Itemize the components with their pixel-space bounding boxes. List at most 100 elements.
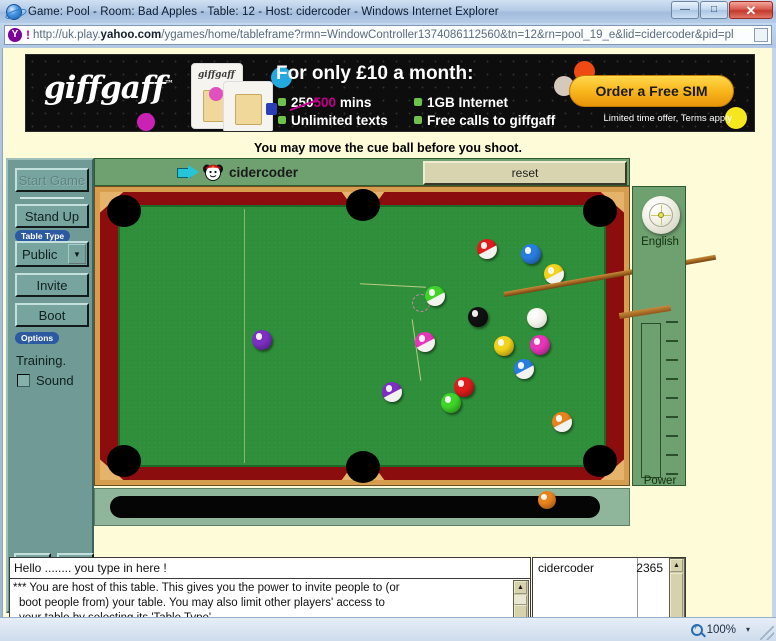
window-title: Game: Pool - Room: Bad Apples - Table: 1… [28,5,499,18]
ball-purple-solid[interactable] [252,330,272,350]
title-bar: Game: Pool - Room: Bad Apples - Table: 1… [0,0,776,23]
url-suffix: /ygames/home/tableframe?rmn=WindowContro… [161,29,734,41]
ball-highlight [524,246,532,254]
chat-log-line: *** You are host of this table. This giv… [13,582,400,594]
ad-calls-text: Free calls to giffgaff [427,113,556,128]
ad-dot-indigo [266,103,277,115]
ball-highlight [530,310,538,318]
ball-stripe [425,286,445,306]
chat-log-scrollbar[interactable]: ▲ ▼ [513,580,529,617]
ad-bullet-1 [278,98,286,106]
chat-input[interactable] [9,557,531,579]
minimize-button[interactable]: — [671,1,699,19]
sound-checkbox[interactable] [17,374,30,387]
sound-label: Sound [36,373,74,388]
pocket-bottom-right[interactable] [583,445,617,477]
english-dot[interactable] [658,212,664,218]
pool-table[interactable] [94,186,717,486]
ad-bullet-3 [278,116,286,124]
ball-green-stripe[interactable] [425,286,445,306]
power-tick [666,416,678,418]
table-type-value: Public [22,246,58,262]
ball-orange-solid-potted[interactable] [538,491,556,509]
window-buttons: — □ ✕ [671,1,773,19]
ball-purple-stripe[interactable] [382,382,402,402]
player-list[interactable]: cidercoder 2365 ▲ ▼ [532,557,686,617]
table-type-select[interactable]: Public ▼ [15,241,89,267]
ad-mins-new: 500 [313,95,337,110]
pocket-top-left[interactable] [107,195,141,227]
ball-red-stripe[interactable] [477,239,497,259]
stand-up-button[interactable]: Stand Up [15,204,89,228]
player-list-scrollbar[interactable]: ▲ ▼ [669,558,685,617]
ball-green-solid[interactable] [441,393,461,413]
maximize-button[interactable]: □ [700,1,728,19]
player-list-name: cidercoder [538,561,595,575]
address-bar: Y ! http://uk.play.yahoo.com/ygames/home… [0,23,776,47]
chat-log-line: boot people from) your table. You may al… [19,597,385,610]
ball-highlight [541,493,548,500]
url-domain: yahoo.com [100,29,162,41]
giffgaff-ad[interactable]: giffgaff giffgaff™ For only £10 a month:… [25,54,755,132]
svg-text:Y: Y [212,164,215,169]
address-input[interactable]: Y ! http://uk.play.yahoo.com/ygames/home… [4,25,772,45]
ball-blue-stripe[interactable] [514,359,534,379]
current-player-name: cidercoder [229,164,299,180]
power-tick [666,397,678,399]
browser-window: Game: Pool - Room: Bad Apples - Table: 1… [0,0,776,641]
sound-checkbox-row[interactable]: Sound [17,373,74,388]
tray-slot [110,496,600,518]
ball-orange-stripe[interactable] [552,412,572,432]
ball-yellow-solid[interactable] [494,336,514,356]
close-button[interactable]: ✕ [729,1,773,19]
power-tick [666,359,678,361]
ball-highlight [385,384,393,392]
chat-log[interactable]: *** You are host of this table. This giv… [9,579,531,617]
player-scroll-thumb[interactable] [670,573,683,617]
game-board: Y cidercoder reset English Power [94,158,717,613]
ball-magenta-solid[interactable] [530,335,550,355]
zoom-icon [690,622,703,636]
scroll-up-arrow[interactable]: ▲ [514,581,527,594]
start-game-button[interactable]: Start Game [15,168,89,192]
table-cloth[interactable] [118,205,717,467]
ball-stripe [382,382,402,402]
ad-headline: For only £10 a month: [276,63,474,84]
zoom-level: 100% [706,623,736,636]
order-free-sim-button[interactable]: Order a Free SIM [569,75,734,107]
power-tick [666,454,678,456]
pocket-bottom-middle[interactable] [346,451,380,483]
status-bar: 100% ▾ [0,617,776,641]
reset-button[interactable]: reset [423,161,627,185]
ie-icon [6,3,22,20]
chevron-down-icon[interactable]: ▼ [68,244,86,264]
resize-grip[interactable] [760,626,774,640]
pocket-top-right[interactable] [583,195,617,227]
scroll-thumb[interactable] [514,595,527,605]
ball-stripe [514,359,534,379]
ball-highlight [547,266,555,274]
pocket-top-middle[interactable] [346,189,380,221]
chevron-down-icon[interactable]: ▾ [746,625,750,634]
english-control[interactable] [642,196,680,234]
invite-button[interactable]: Invite [15,273,89,297]
ball-magenta-stripe[interactable] [415,332,435,352]
ball-highlight [555,414,563,422]
game-notice: You may move the cue ball before you sho… [254,141,522,155]
power-bar[interactable] [641,323,661,478]
power-ticks [666,317,680,479]
boot-button[interactable]: Boot [15,303,89,327]
ad-bullet-2 [414,98,422,106]
ball-highlight [471,309,479,317]
url-text: http://uk.play.yahoo.com/ygames/home/tab… [33,29,754,41]
page-scrollbar[interactable] [772,48,776,617]
pool-game-applet: Start Game Stand Up Table Type Public ▼ … [6,158,717,617]
turn-arrow-icon [177,165,199,179]
ball-cue[interactable] [527,308,547,328]
ball-highlight [517,361,525,369]
ball-blue-solid[interactable] [521,244,541,264]
pocket-bottom-left[interactable] [107,445,141,477]
player-scroll-up-arrow[interactable]: ▲ [670,559,683,572]
ball-black-8[interactable] [468,307,488,327]
zoom-control[interactable]: 100% ▾ [690,622,750,636]
